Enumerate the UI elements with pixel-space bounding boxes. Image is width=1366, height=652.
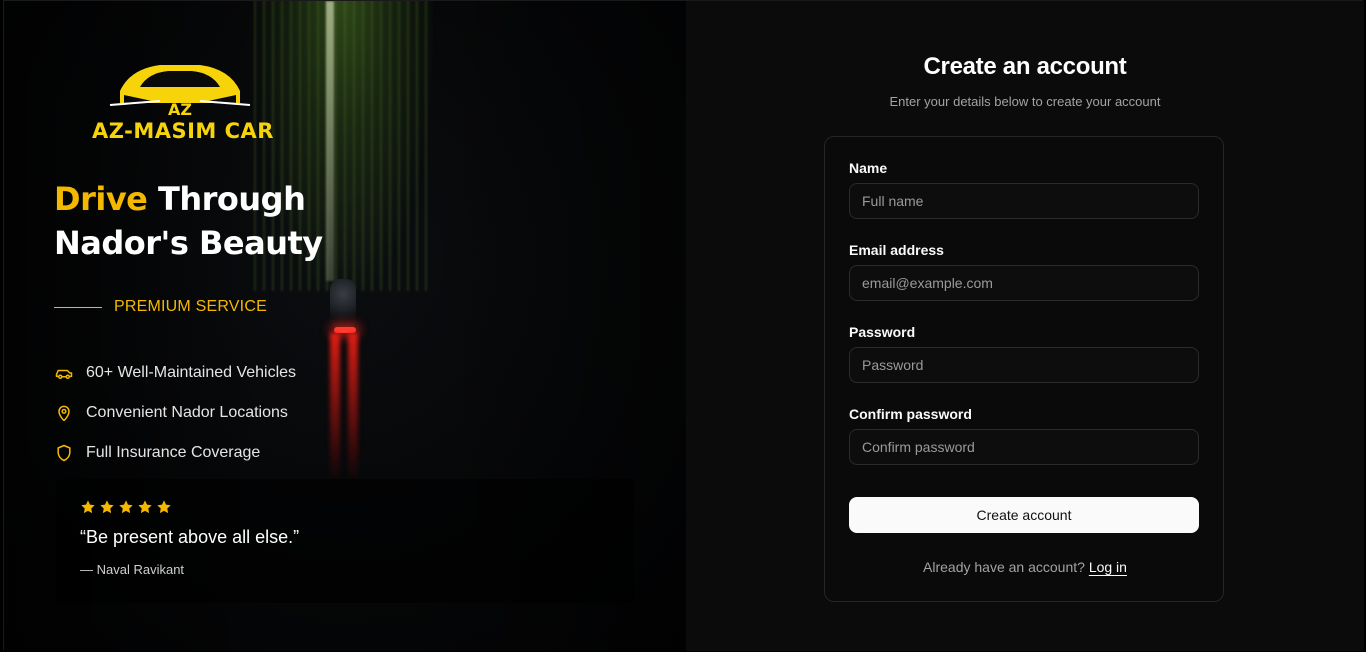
headline-rest: Through: [158, 180, 306, 218]
star-icon: [81, 500, 95, 514]
testimonial-quote: “Be present above all else.”: [80, 527, 300, 547]
feature-item: Convenient Nador Locations: [54, 393, 296, 433]
star-icon: [157, 500, 171, 514]
feature-label: Full Insurance Coverage: [86, 444, 261, 461]
login-prompt: Already have an account? Log in: [825, 559, 1225, 575]
brand-name: AZ-MASIM CAR: [92, 119, 274, 143]
map-pin-icon: [58, 405, 70, 422]
password-input[interactable]: [849, 347, 1199, 383]
testimonial-author: — Naval Ravikant: [80, 562, 185, 577]
confirm-password-label: Confirm password: [849, 406, 972, 422]
brand-monogram: AZ: [168, 100, 192, 119]
premium-service-tag: PREMIUM SERVICE: [54, 298, 267, 316]
login-prompt-text: Already have an account?: [923, 559, 1085, 575]
premium-label: PREMIUM SERVICE: [114, 298, 267, 315]
feature-item: Full Insurance Coverage: [54, 433, 296, 473]
name-input[interactable]: [849, 183, 1199, 219]
feature-list: 60+ Well-Maintained Vehicles Convenient …: [54, 353, 296, 473]
email-label: Email address: [849, 242, 944, 258]
headline-line-2: Nador's Beauty: [54, 224, 323, 262]
signup-form: Name Email address Password Confirm pass…: [824, 136, 1224, 602]
hero-panel: AZ AZ-MASIM CAR Drive Through Nador's Be…: [4, 1, 686, 651]
confirm-password-input[interactable]: [849, 429, 1199, 465]
page-title: Create an account: [923, 53, 1127, 80]
feature-item: 60+ Well-Maintained Vehicles: [54, 353, 296, 393]
headline-accent: Drive: [54, 180, 148, 218]
signup-panel: Create an account Enter your details bel…: [686, 1, 1364, 651]
hero-headline: Drive Through Nador's Beauty: [54, 177, 323, 265]
car-icon: [55, 369, 73, 379]
star-icon: [100, 500, 114, 514]
email-input[interactable]: [849, 265, 1199, 301]
star-icon: [138, 500, 152, 514]
premium-divider: [54, 306, 102, 308]
page-subtitle: Enter your details below to create your …: [889, 94, 1161, 109]
create-account-button[interactable]: Create account: [849, 497, 1199, 533]
feature-label: 60+ Well-Maintained Vehicles: [86, 364, 297, 381]
password-label: Password: [849, 324, 916, 340]
app-frame: AZ AZ-MASIM CAR Drive Through Nador's Be…: [3, 0, 1364, 651]
shield-icon: [57, 444, 71, 462]
feature-label: Convenient Nador Locations: [86, 404, 288, 421]
login-link[interactable]: Log in: [1089, 559, 1127, 575]
star-rating: [80, 499, 172, 515]
star-icon: [119, 500, 133, 514]
name-label: Name: [849, 160, 888, 176]
testimonial-card: “Be present above all else.” — Naval Rav…: [56, 479, 634, 603]
